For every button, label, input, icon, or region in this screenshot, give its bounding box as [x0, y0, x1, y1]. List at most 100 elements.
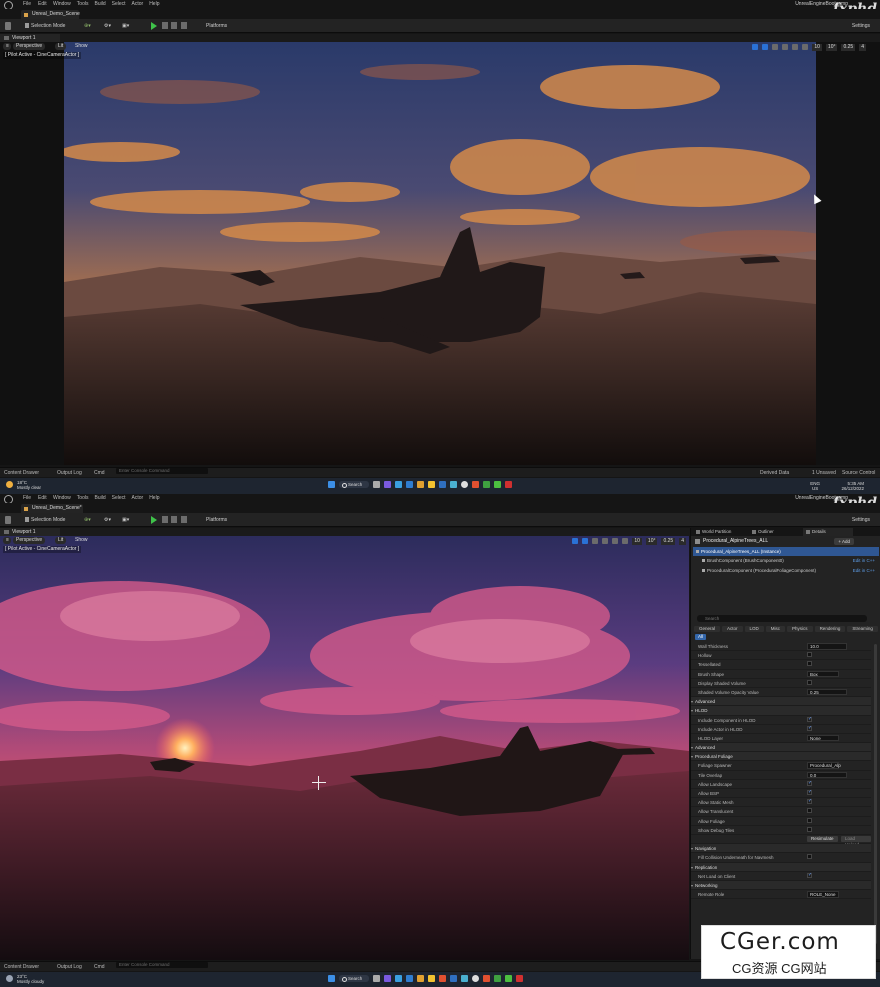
select-tool-icon[interactable]: [752, 44, 759, 50]
menu-edit[interactable]: Edit: [38, 494, 53, 503]
menu-file[interactable]: File: [23, 0, 38, 9]
lit-button[interactable]: Lit: [55, 43, 67, 50]
skip-icon[interactable]: [162, 22, 168, 29]
rotation-snap-value[interactable]: 10°: [645, 537, 658, 545]
play-icon[interactable]: [151, 22, 157, 30]
menu-actor[interactable]: Actor: [132, 494, 150, 503]
world-local-icon[interactable]: [792, 44, 799, 50]
settings-button[interactable]: Settings: [852, 22, 870, 30]
menu-window[interactable]: Window: [53, 494, 77, 503]
property-checkbox[interactable]: [807, 679, 812, 685]
filter-streaming[interactable]: Streaming: [847, 626, 878, 632]
cinematics-button[interactable]: ▣▾: [122, 516, 136, 524]
menu-help[interactable]: Help: [149, 494, 165, 503]
rotation-snap-value[interactable]: 10°: [825, 43, 838, 51]
show-button[interactable]: Show: [72, 43, 91, 50]
edit-in-cpp-link[interactable]: Edit in C++: [853, 556, 875, 565]
property-number-field[interactable]: 0.25: [807, 688, 847, 696]
teams-icon[interactable]: [384, 481, 391, 488]
grid-snap-value[interactable]: 10: [812, 43, 822, 51]
selection-mode-button[interactable]: Selection Mode: [25, 516, 65, 524]
explorer-icon[interactable]: [428, 975, 435, 982]
cinematics-button[interactable]: ▣▾: [122, 22, 136, 30]
property-checkbox[interactable]: [807, 661, 812, 667]
taskbar-search[interactable]: Search: [339, 975, 369, 982]
move-tool-icon[interactable]: [582, 538, 589, 544]
language-indicator[interactable]: ENG US: [810, 481, 820, 491]
quick-add-button[interactable]: ⊕▾: [84, 22, 98, 30]
output-log-button[interactable]: Output Log: [57, 962, 82, 972]
property-checkbox[interactable]: [807, 854, 812, 860]
mail-icon[interactable]: [406, 975, 413, 982]
load-unload-button[interactable]: Load Unload: [841, 835, 871, 847]
property-number-field[interactable]: 10.0: [807, 643, 847, 650]
property-checkbox[interactable]: [807, 798, 812, 805]
viewport-menu-icon[interactable]: ≡: [3, 537, 11, 544]
menu-window[interactable]: Window: [53, 0, 77, 9]
unreal-taskbar-icon[interactable]: [472, 975, 479, 982]
property-checkbox[interactable]: [807, 808, 812, 814]
cmd-dropdown[interactable]: Cmd: [94, 468, 105, 478]
menu-tools[interactable]: Tools: [77, 494, 95, 503]
scale-tool-icon[interactable]: [602, 538, 609, 544]
cmd-dropdown[interactable]: Cmd: [94, 962, 105, 972]
content-drawer-button[interactable]: Content Drawer: [4, 468, 39, 478]
edge-icon[interactable]: [395, 975, 402, 982]
mail-icon[interactable]: [406, 481, 413, 488]
property-checkbox[interactable]: [807, 652, 812, 658]
eject-icon[interactable]: [181, 516, 187, 523]
teams-icon[interactable]: [384, 975, 391, 982]
content-drawer-button[interactable]: Content Drawer: [4, 962, 39, 972]
app-icon-3[interactable]: [483, 481, 490, 488]
task-view-icon[interactable]: [373, 481, 380, 488]
component-brush[interactable]: BrushComponent (BrushComponent0) Edit in …: [693, 556, 879, 565]
property-checkbox[interactable]: [807, 789, 812, 796]
property-section[interactable]: Navigation: [691, 844, 871, 854]
app-icon-5[interactable]: [505, 975, 512, 982]
app-icon-1[interactable]: [439, 975, 446, 982]
property-dropdown[interactable]: Box: [807, 670, 839, 678]
property-checkbox[interactable]: [807, 725, 812, 731]
property-section[interactable]: Networking: [691, 880, 871, 890]
component-procedural[interactable]: ProceduralComponent (ProceduralFoliageCo…: [693, 566, 879, 575]
store-icon[interactable]: [450, 975, 457, 982]
menu-file[interactable]: File: [23, 494, 38, 503]
property-dropdown[interactable]: Procedural_Alp: [807, 762, 841, 769]
filter-general[interactable]: General: [694, 626, 721, 632]
taskbar-search[interactable]: Search: [339, 481, 369, 488]
viewport-tab[interactable]: Viewport 1: [0, 528, 60, 536]
stop-icon[interactable]: [171, 22, 177, 29]
tab-details[interactable]: Details: [803, 528, 853, 536]
menu-select[interactable]: Select: [112, 0, 132, 9]
filter-actor[interactable]: Actor: [722, 626, 743, 632]
menu-build[interactable]: Build: [94, 494, 111, 503]
menu-help[interactable]: Help: [149, 0, 165, 9]
camera-speed-value[interactable]: 4: [859, 43, 866, 51]
platforms-button[interactable]: Platforms: [206, 516, 227, 524]
property-number-field[interactable]: 0.0: [807, 771, 847, 779]
chrome-icon[interactable]: [417, 975, 424, 982]
camera-speed-value[interactable]: 4: [679, 537, 686, 545]
property-section[interactable]: Replication: [691, 862, 871, 872]
app-icon-2[interactable]: [472, 481, 479, 488]
windows-start-icon[interactable]: [328, 975, 335, 982]
resimulate-button[interactable]: Resimulate: [807, 835, 838, 843]
app-icon-4[interactable]: [494, 975, 501, 982]
surface-snap-icon[interactable]: [622, 538, 629, 544]
app-icon-1[interactable]: [450, 481, 457, 488]
derived-data-button[interactable]: Derived Data: [760, 468, 789, 478]
tab-outliner[interactable]: Outliner: [749, 528, 774, 536]
blueprints-button[interactable]: ⚙▾: [104, 516, 118, 524]
property-checkbox[interactable]: [807, 817, 812, 823]
save-icon[interactable]: [5, 516, 11, 524]
play-icon[interactable]: [151, 516, 157, 524]
add-component-button[interactable]: + Add: [834, 538, 854, 545]
quick-add-button[interactable]: ⊕▾: [84, 516, 98, 524]
move-tool-icon[interactable]: [762, 44, 769, 50]
chrome-icon[interactable]: [417, 481, 424, 488]
source-control-button[interactable]: Source Control: [842, 468, 875, 478]
level-tab[interactable]: Unreal_Demo_Scene: [21, 10, 80, 19]
weather-widget[interactable]: 23°C Mostly cloudy: [6, 974, 44, 984]
filter-lod[interactable]: LOD: [744, 626, 764, 632]
stop-icon[interactable]: [171, 516, 177, 523]
